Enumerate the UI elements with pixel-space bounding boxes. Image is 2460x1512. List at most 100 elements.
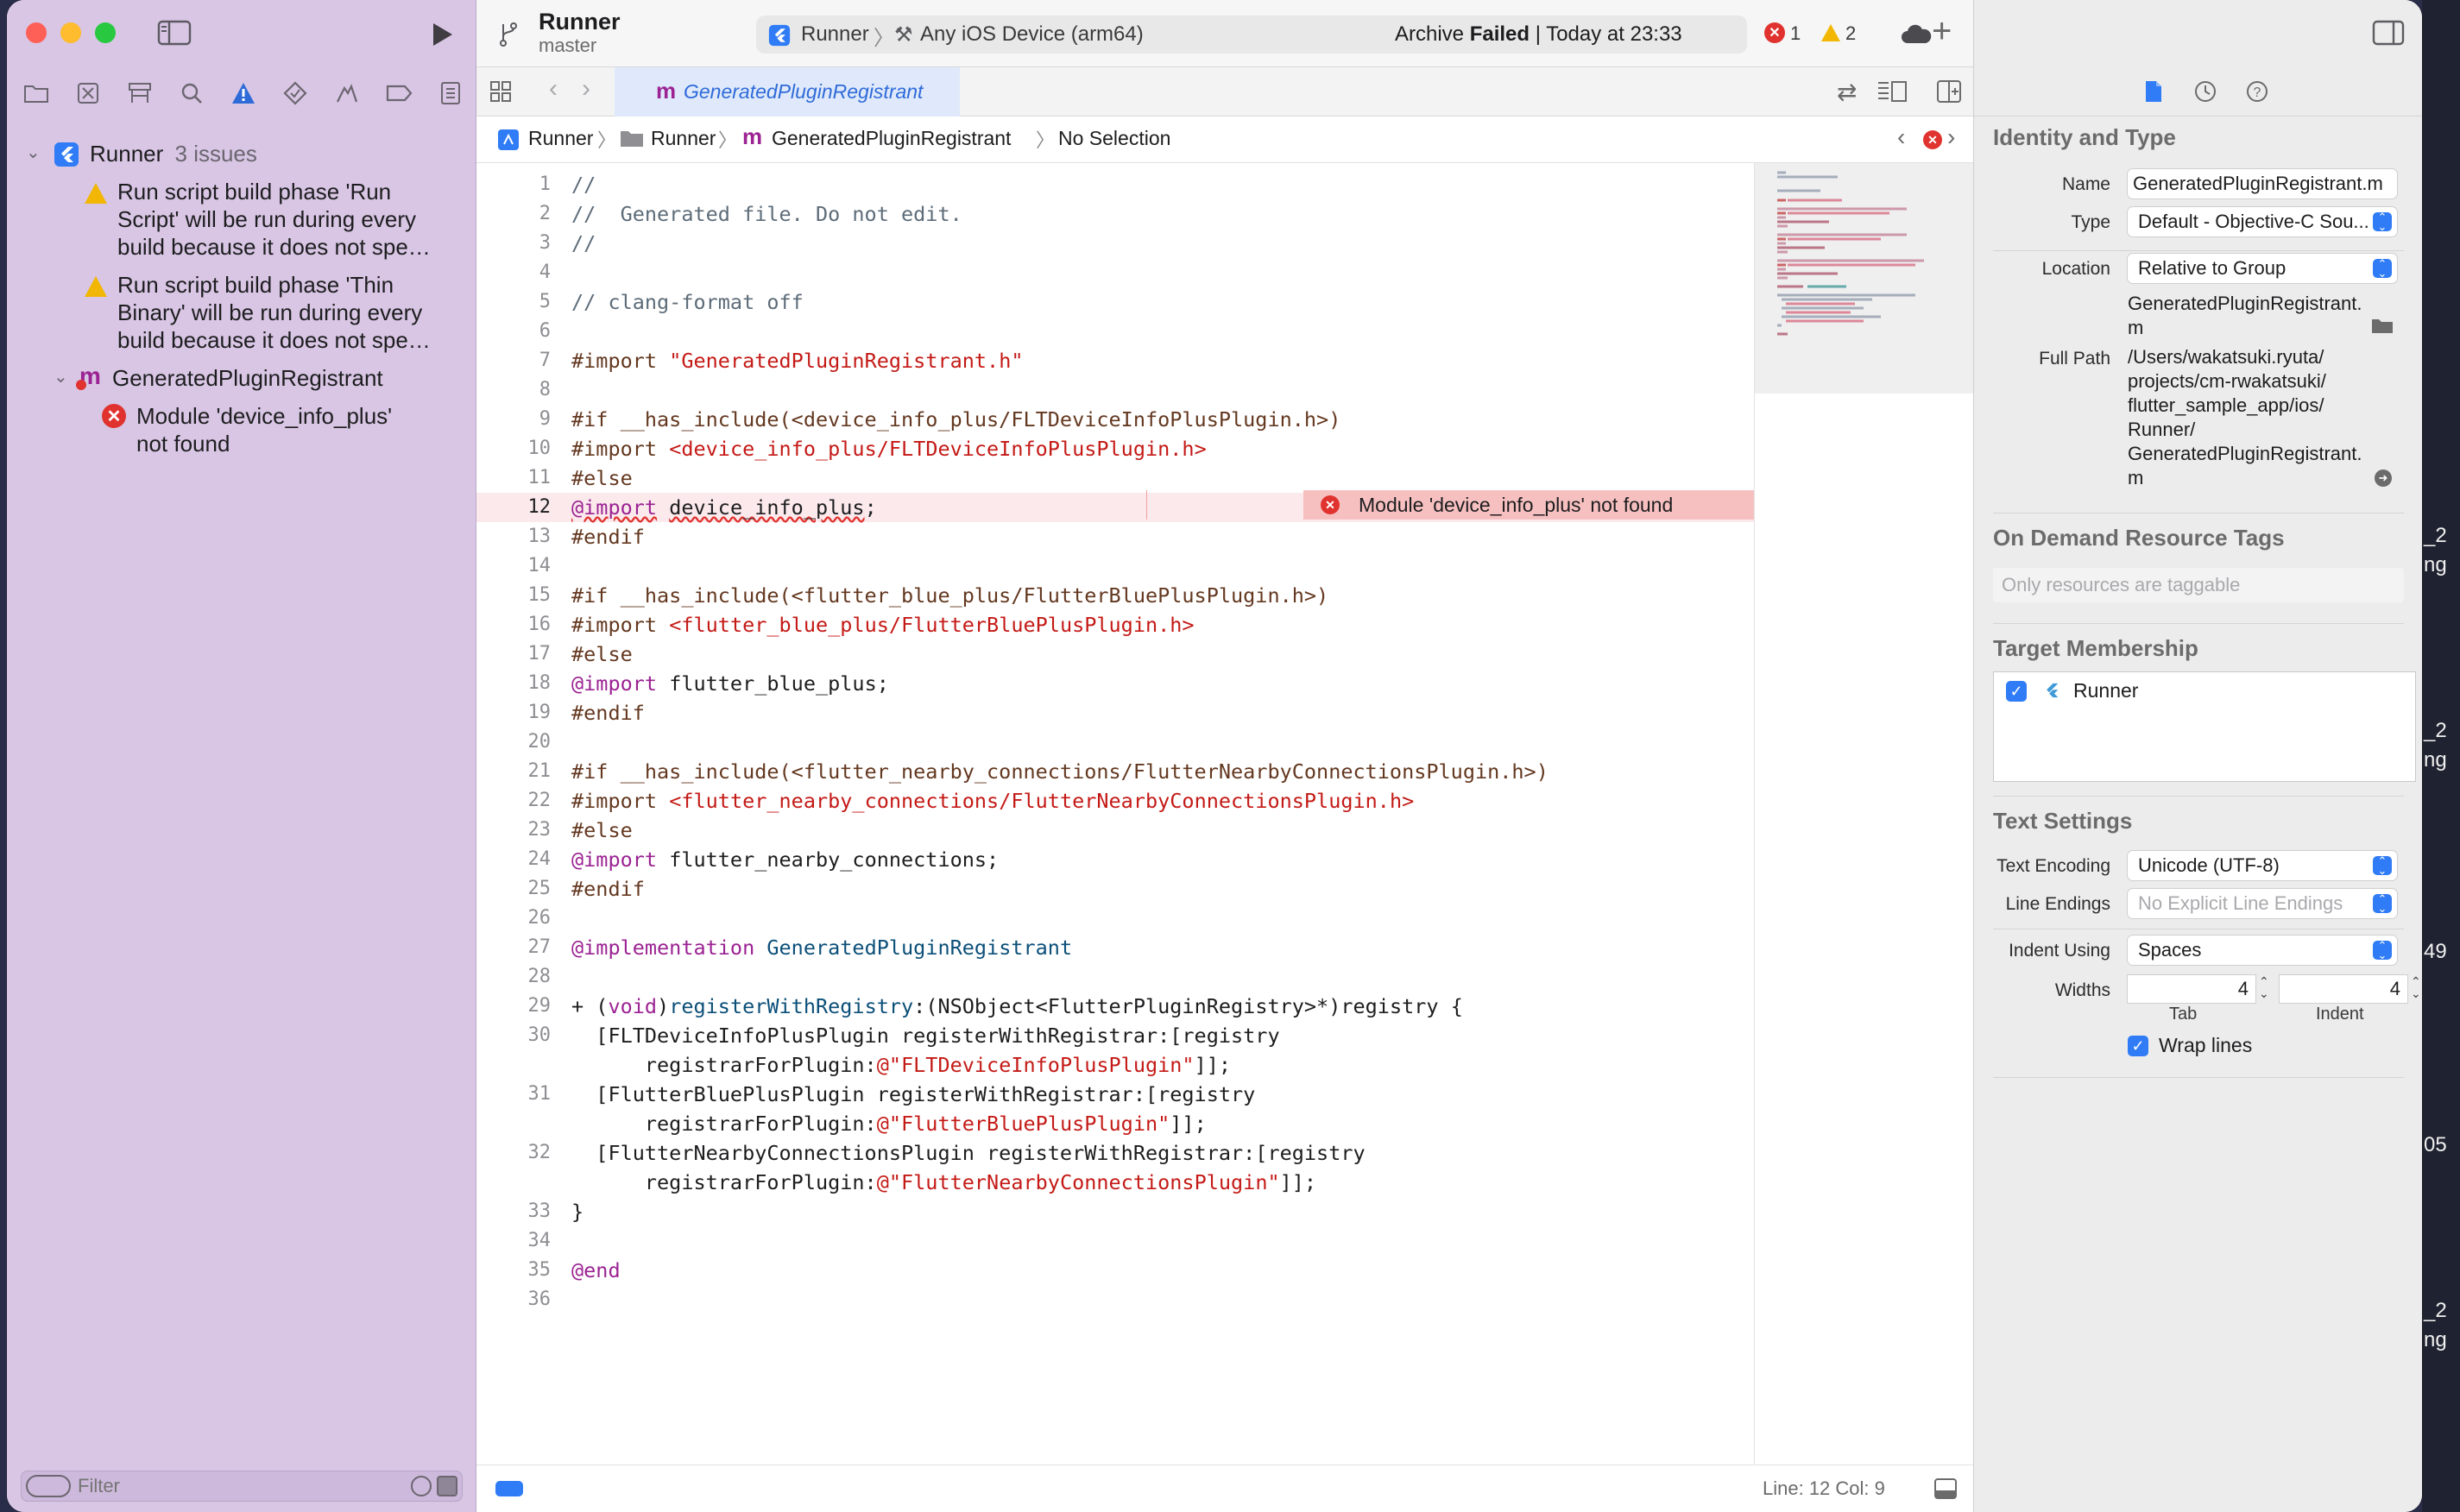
- line-number[interactable]: 29: [476, 992, 552, 1021]
- tab-width-field[interactable]: 4: [2128, 975, 2255, 1003]
- line-number[interactable]: 21: [476, 757, 552, 786]
- code-line[interactable]: registrarForPlugin:@"FlutterBluePlusPlug…: [476, 1109, 1754, 1138]
- cloud-icon[interactable]: [1847, 21, 1933, 48]
- jump-item-group[interactable]: Runner: [651, 127, 716, 150]
- code-line[interactable]: 24 @import flutter_nearby_connections;: [476, 845, 1754, 874]
- line-number[interactable]: 16: [476, 610, 552, 639]
- line-number[interactable]: 4: [476, 258, 551, 287]
- code-line[interactable]: 16 #import <flutter_blue_plus/FlutterBlue…: [476, 610, 1754, 639]
- code-line[interactable]: 25 #endif: [476, 874, 1754, 904]
- code-line[interactable]: 3 //: [476, 229, 1754, 258]
- recent-filter-icon[interactable]: [411, 1476, 432, 1496]
- related-items-icon[interactable]: [487, 78, 514, 105]
- code-line[interactable]: 27 @implementation GeneratedPluginRegistr…: [476, 933, 1754, 962]
- code-line[interactable]: 9 #if __has_include(<device_info_plus/FLT…: [476, 405, 1754, 434]
- line-number[interactable]: 9: [476, 405, 551, 434]
- code-line[interactable]: 22 #import <flutter_nearby_connections/Fl…: [476, 786, 1754, 816]
- code-line[interactable]: 2 // Generated file. Do not edit.: [476, 199, 1754, 229]
- scheme-selector[interactable]: Runner: [801, 22, 869, 47]
- line-number[interactable]: 3: [476, 229, 551, 258]
- warning-issue-2[interactable]: Run script build phase 'Thin Binary' wil…: [117, 271, 431, 354]
- code-line[interactable]: 1 //: [476, 170, 1754, 199]
- line-number[interactable]: 24: [476, 845, 552, 874]
- line-number[interactable]: 19: [476, 698, 552, 728]
- source-control-icon[interactable]: [73, 78, 104, 109]
- location-select[interactable]: Relative to Group ⌃ ⌄: [2128, 254, 2397, 283]
- code-line[interactable]: 18 @import flutter_blue_plus;: [476, 669, 1754, 698]
- code-line[interactable]: 7 #import "GeneratedPluginRegistrant.h": [476, 346, 1754, 375]
- code-line[interactable]: 20: [476, 728, 1754, 757]
- reveal-in-finder-icon[interactable]: ➜: [2375, 469, 2392, 487]
- line-number[interactable]: 26: [476, 904, 552, 933]
- line-number[interactable]: 25: [476, 874, 552, 904]
- tab-generated-plugin-registrant[interactable]: m GeneratedPluginRegistrant: [615, 67, 960, 117]
- line-number[interactable]: 20: [476, 728, 552, 757]
- code-line[interactable]: 14: [476, 551, 1754, 581]
- code-line[interactable]: 4: [476, 258, 1754, 287]
- add-icon[interactable]: +: [1932, 12, 1952, 51]
- line-number[interactable]: 8: [476, 375, 551, 405]
- tab-width-stepper[interactable]: ⌃ ⌄: [2259, 975, 2269, 999]
- back-icon[interactable]: ‹: [549, 74, 558, 104]
- code-line[interactable]: 32 [FlutterNearbyConnectionsPlugin regis…: [476, 1138, 1754, 1168]
- line-number[interactable]: 6: [476, 317, 551, 346]
- file-issue-group[interactable]: GeneratedPluginRegistrant: [112, 364, 383, 392]
- code-line[interactable]: 6: [476, 317, 1754, 346]
- code-line[interactable]: 10 #import <device_info_plus/FLTDeviceInf…: [476, 434, 1754, 463]
- line-number[interactable]: 15: [476, 581, 552, 610]
- line-number[interactable]: 14: [476, 551, 552, 581]
- issue-error-icon[interactable]: ✕: [1923, 130, 1942, 149]
- issue-navigator-icon[interactable]: [228, 78, 259, 109]
- line-number[interactable]: 2: [476, 199, 551, 229]
- run-icon[interactable]: [426, 19, 457, 50]
- code-line[interactable]: 11 #else: [476, 463, 1754, 493]
- line-number[interactable]: 34: [476, 1226, 552, 1256]
- line-number[interactable]: 31: [476, 1080, 552, 1109]
- code-line[interactable]: 13 #endif: [476, 522, 1754, 551]
- help-icon[interactable]: ?: [2243, 78, 2271, 105]
- line-number[interactable]: 13: [476, 522, 552, 551]
- jump-item-symbol[interactable]: No Selection: [1058, 127, 1170, 150]
- line-number[interactable]: 23: [476, 816, 552, 845]
- editor-options-icon[interactable]: [1875, 78, 1909, 105]
- code-line[interactable]: registrarForPlugin:@"FLTDeviceInfoPlusPl…: [476, 1050, 1754, 1080]
- code-line[interactable]: 34: [476, 1226, 1754, 1256]
- destination-selector[interactable]: Any iOS Device (arm64): [920, 22, 1144, 47]
- code-line[interactable]: 35 @end: [476, 1256, 1754, 1285]
- line-number[interactable]: 7: [476, 346, 551, 375]
- breakpoint-icon[interactable]: [383, 78, 414, 109]
- breakpoints-toggle-icon[interactable]: [495, 1481, 523, 1496]
- encoding-select[interactable]: Unicode (UTF-8) ⌃ ⌄: [2128, 851, 2397, 880]
- swap-icon[interactable]: ⇄: [1837, 78, 1857, 106]
- symbol-icon[interactable]: [124, 78, 155, 109]
- close-window-button[interactable]: [26, 22, 47, 43]
- code-line[interactable]: 23 #else: [476, 816, 1754, 845]
- line-number[interactable]: 28: [476, 962, 552, 992]
- error-issue[interactable]: Module 'device_info_plus' not found: [136, 402, 392, 457]
- zoom-window-button[interactable]: [95, 22, 116, 43]
- report-icon[interactable]: [435, 78, 466, 109]
- source-editor[interactable]: 1 // 2 // Generated file. Do not edit. 3 // 4 5…: [476, 163, 1754, 1465]
- file-inspector-icon[interactable]: [2140, 78, 2167, 105]
- line-number[interactable]: 17: [476, 639, 552, 669]
- line-number[interactable]: 1: [476, 170, 551, 199]
- warning-count-icon[interactable]: [1821, 24, 1840, 41]
- minimize-window-button[interactable]: [60, 22, 81, 43]
- branch-icon[interactable]: [495, 19, 521, 50]
- indent-width-stepper[interactable]: ⌃ ⌄: [2411, 975, 2421, 999]
- code-line[interactable]: 8: [476, 375, 1754, 405]
- error-count-icon[interactable]: ✕: [1764, 22, 1785, 43]
- line-number[interactable]: 32: [476, 1138, 552, 1168]
- disclosure-chevron-icon[interactable]: ⌄: [26, 142, 41, 163]
- minimap[interactable]: [1754, 163, 1974, 1465]
- code-line[interactable]: 29 + (void)registerWithRegistry:(NSObject…: [476, 992, 1754, 1021]
- jump-item-project[interactable]: Runner: [528, 127, 593, 150]
- code-line[interactable]: 36: [476, 1285, 1754, 1314]
- inline-error-annotation[interactable]: ✕ Module 'device_info_plus' not found: [1303, 490, 1754, 520]
- line-number[interactable]: 10: [476, 434, 552, 463]
- error-count[interactable]: 1: [1790, 22, 1801, 45]
- disclosure-chevron-icon[interactable]: ⌄: [54, 366, 68, 387]
- code-line[interactable]: 30 [FLTDeviceInfoPlusPlugin registerWith…: [476, 1021, 1754, 1050]
- project-issue-group[interactable]: Runner 3 issues: [90, 140, 257, 167]
- line-number[interactable]: 22: [476, 786, 552, 816]
